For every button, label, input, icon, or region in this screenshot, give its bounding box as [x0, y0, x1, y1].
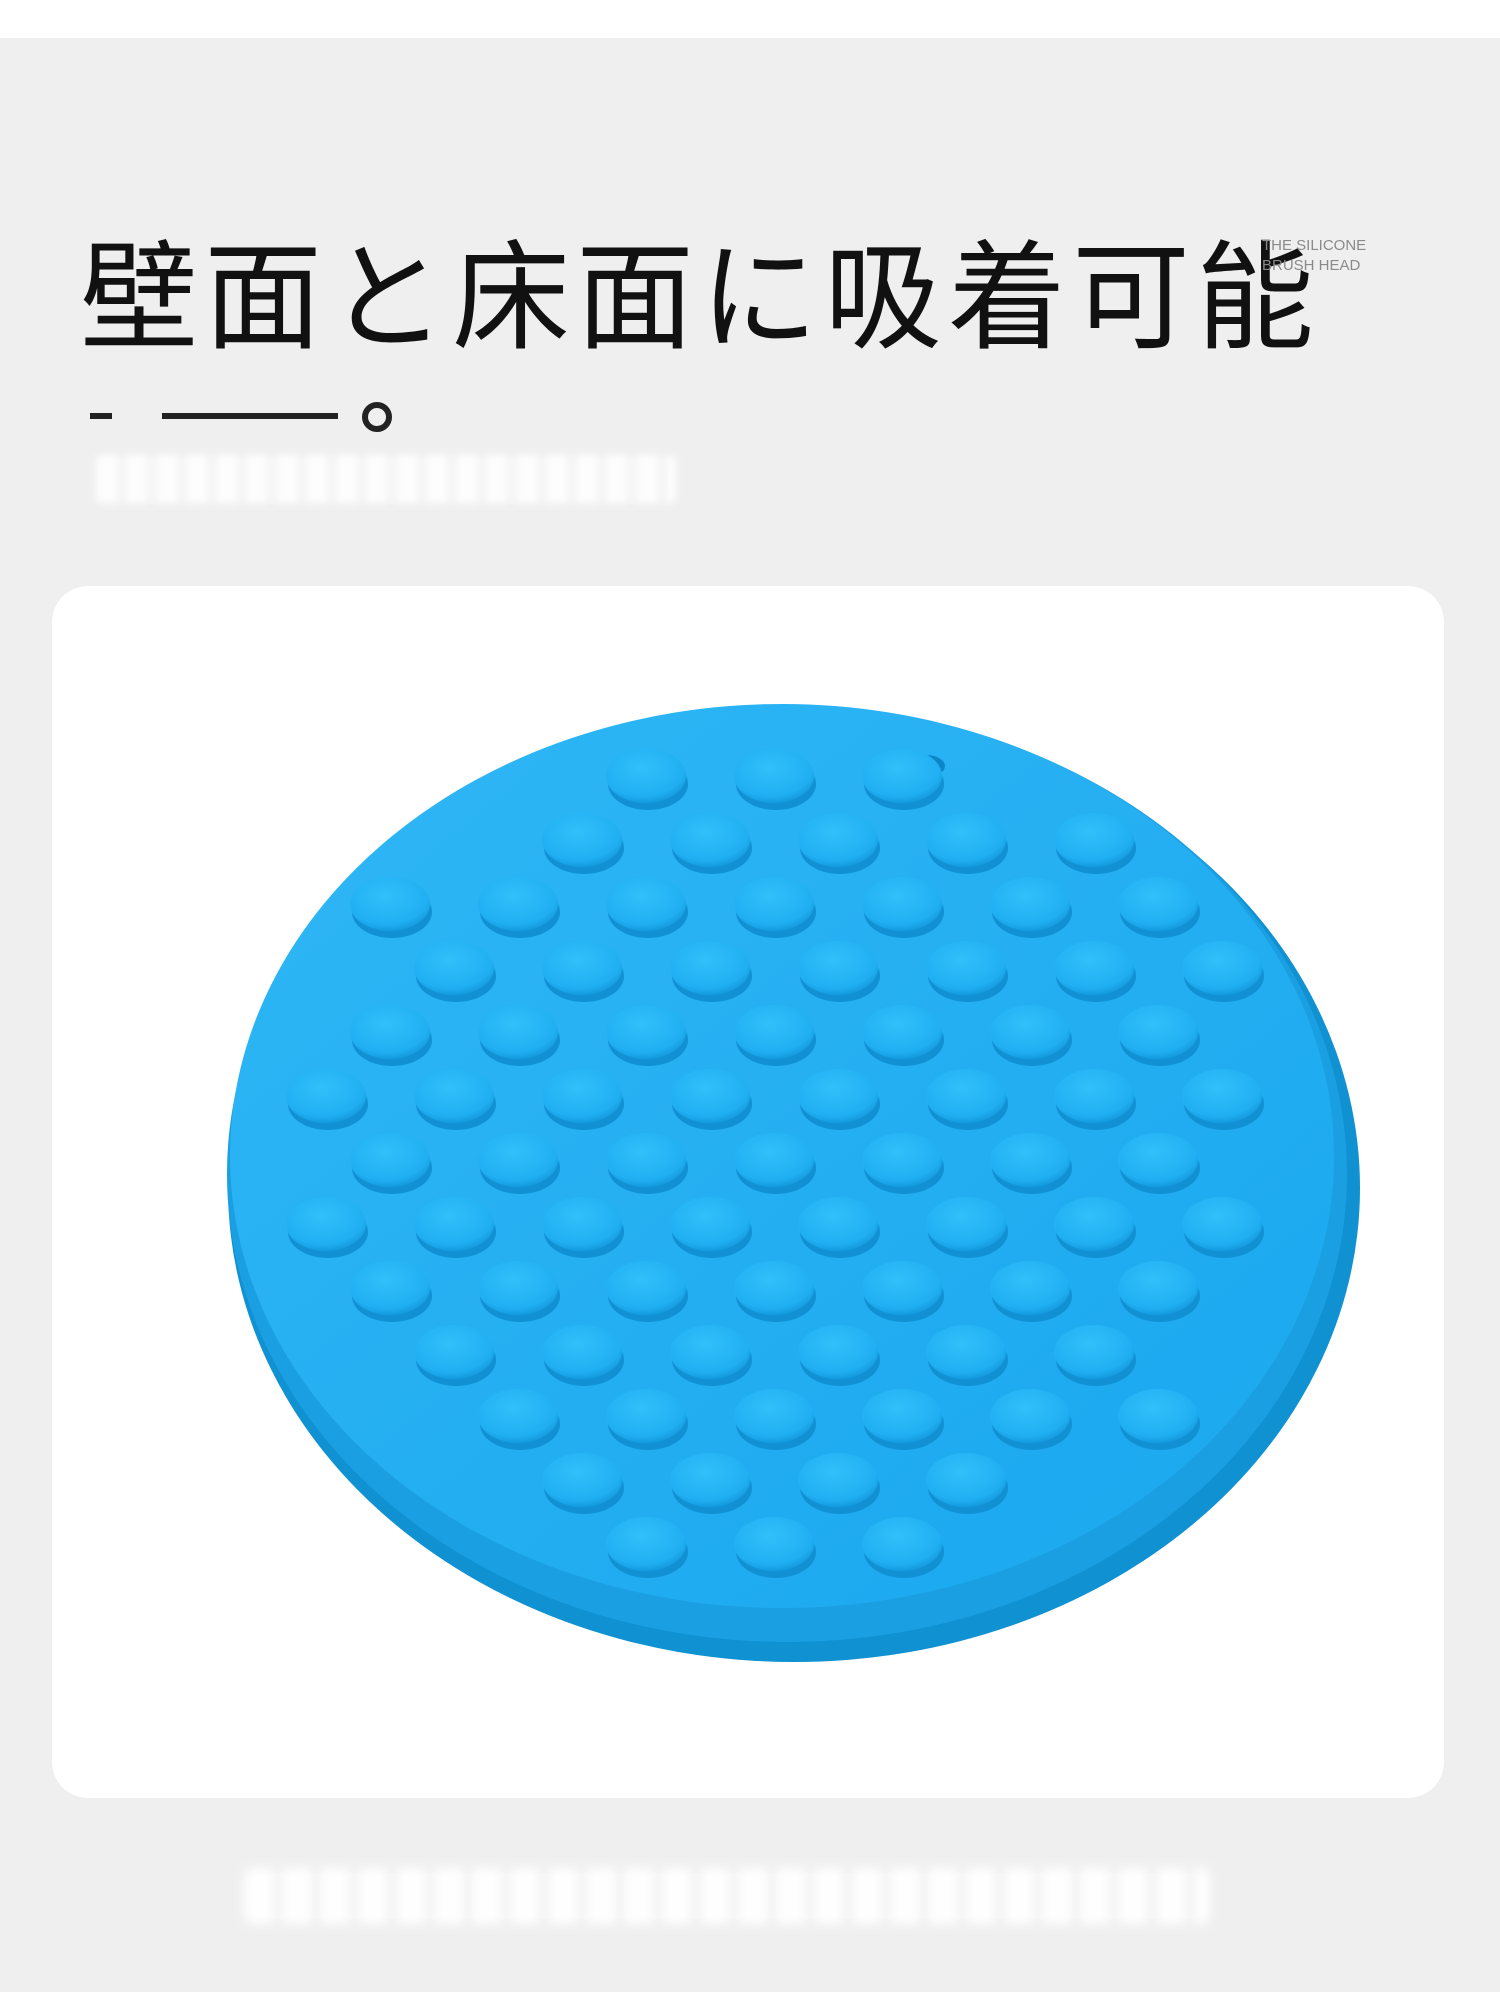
suction-cup — [542, 1197, 622, 1251]
suction-cup — [350, 1005, 430, 1059]
suction-cup — [478, 1005, 558, 1059]
suction-cup — [606, 1517, 686, 1571]
suction-cup — [478, 877, 558, 931]
suction-cup — [734, 877, 814, 931]
suction-cup — [990, 1005, 1070, 1059]
suction-cup — [1054, 1069, 1134, 1123]
suction-cup — [414, 1069, 494, 1123]
suction-cup — [670, 1453, 750, 1507]
suction-cup — [862, 749, 942, 803]
suction-cup — [734, 1261, 814, 1315]
suction-cup — [1182, 941, 1262, 995]
decoration-ring-icon — [362, 402, 392, 432]
suction-cup — [798, 813, 878, 867]
suction-cup — [670, 1069, 750, 1123]
suction-cup — [414, 1197, 494, 1251]
suction-cup — [862, 877, 942, 931]
suction-cup — [478, 1261, 558, 1315]
page-title: 壁面と床面に吸着可能 — [80, 229, 1321, 367]
suction-cup — [606, 1133, 686, 1187]
suction-cup — [798, 1069, 878, 1123]
suction-cup — [478, 1389, 558, 1443]
suction-cup — [542, 941, 622, 995]
suction-cup — [926, 813, 1006, 867]
decoration-dash — [90, 413, 112, 419]
suction-cup — [1054, 1325, 1134, 1379]
suction-cup — [862, 1261, 942, 1315]
suction-cup — [734, 1005, 814, 1059]
suction-cup — [478, 1133, 558, 1187]
suction-cup — [414, 941, 494, 995]
suction-cup — [734, 1517, 814, 1571]
suction-cup — [1182, 1197, 1262, 1251]
suction-cup — [606, 1005, 686, 1059]
suction-cup — [1182, 1069, 1262, 1123]
suction-cup — [350, 1133, 430, 1187]
suction-cup — [542, 1325, 622, 1379]
suction-cup — [286, 1197, 366, 1251]
suction-cup — [926, 1069, 1006, 1123]
blurred-caption — [244, 1868, 1210, 1924]
title-decoration — [90, 398, 410, 434]
suction-cup — [734, 749, 814, 803]
suction-cup — [606, 877, 686, 931]
decoration-line — [162, 413, 338, 419]
suction-cup — [990, 1389, 1070, 1443]
suction-cup — [990, 1261, 1070, 1315]
suction-cup — [1118, 1133, 1198, 1187]
suction-cup — [862, 1133, 942, 1187]
suction-cup — [670, 1197, 750, 1251]
suction-cup — [670, 1325, 750, 1379]
suction-cup — [606, 1389, 686, 1443]
suction-cup — [542, 1069, 622, 1123]
suction-cup — [1118, 877, 1198, 931]
suction-cup — [862, 1517, 942, 1571]
suction-cup — [734, 1133, 814, 1187]
suction-cup — [798, 1453, 878, 1507]
suction-cup — [542, 1453, 622, 1507]
suction-cup — [926, 1453, 1006, 1507]
suction-cup — [606, 749, 686, 803]
suction-cup — [862, 1389, 942, 1443]
suction-cup — [862, 1005, 942, 1059]
suction-cup — [798, 941, 878, 995]
suction-cup — [926, 1197, 1006, 1251]
suction-cup — [350, 877, 430, 931]
suction-cup — [990, 877, 1070, 931]
watermark-line-1: THE SILICONE — [1262, 237, 1367, 254]
watermark-line-2: BRUSH HEAD — [1262, 257, 1361, 274]
suction-cup — [798, 1325, 878, 1379]
suction-cup — [798, 1197, 878, 1251]
suction-cup — [414, 1325, 494, 1379]
product-image — [227, 704, 1360, 1662]
suction-cup — [1054, 941, 1134, 995]
watermark-label: THE SILICONE BRUSH HEAD — [1262, 236, 1366, 276]
suction-cup — [734, 1389, 814, 1443]
suction-cup — [1054, 1197, 1134, 1251]
suction-cup — [670, 813, 750, 867]
suction-cup — [670, 941, 750, 995]
suction-cup — [926, 941, 1006, 995]
suction-cup — [926, 1325, 1006, 1379]
suction-cup — [350, 1261, 430, 1315]
suction-cup — [542, 813, 622, 867]
blurred-subtitle — [96, 455, 676, 503]
suction-cup — [286, 1069, 366, 1123]
suction-cup — [990, 1133, 1070, 1187]
suction-cup — [1118, 1389, 1198, 1443]
suction-cup — [1054, 813, 1134, 867]
suction-cup — [606, 1261, 686, 1315]
suction-cup — [1118, 1261, 1198, 1315]
suction-cup — [1118, 1005, 1198, 1059]
